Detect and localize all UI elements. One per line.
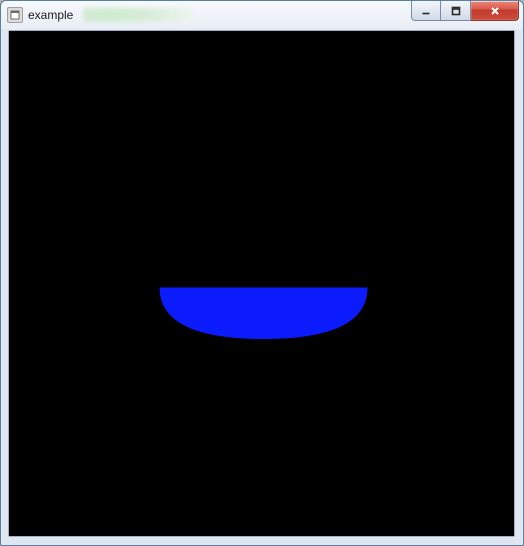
client-area	[8, 30, 515, 537]
opencv-canvas	[9, 31, 514, 536]
application-window: example	[0, 0, 524, 546]
title-bar[interactable]: example	[1, 1, 523, 29]
window-title: example	[28, 8, 73, 22]
window-controls	[411, 1, 519, 21]
minimize-button[interactable]	[411, 1, 441, 21]
blue-half-ellipse	[159, 288, 367, 340]
background-blur	[83, 8, 193, 22]
maximize-button[interactable]	[441, 1, 471, 21]
close-button[interactable]	[471, 1, 519, 21]
app-icon	[7, 7, 23, 23]
